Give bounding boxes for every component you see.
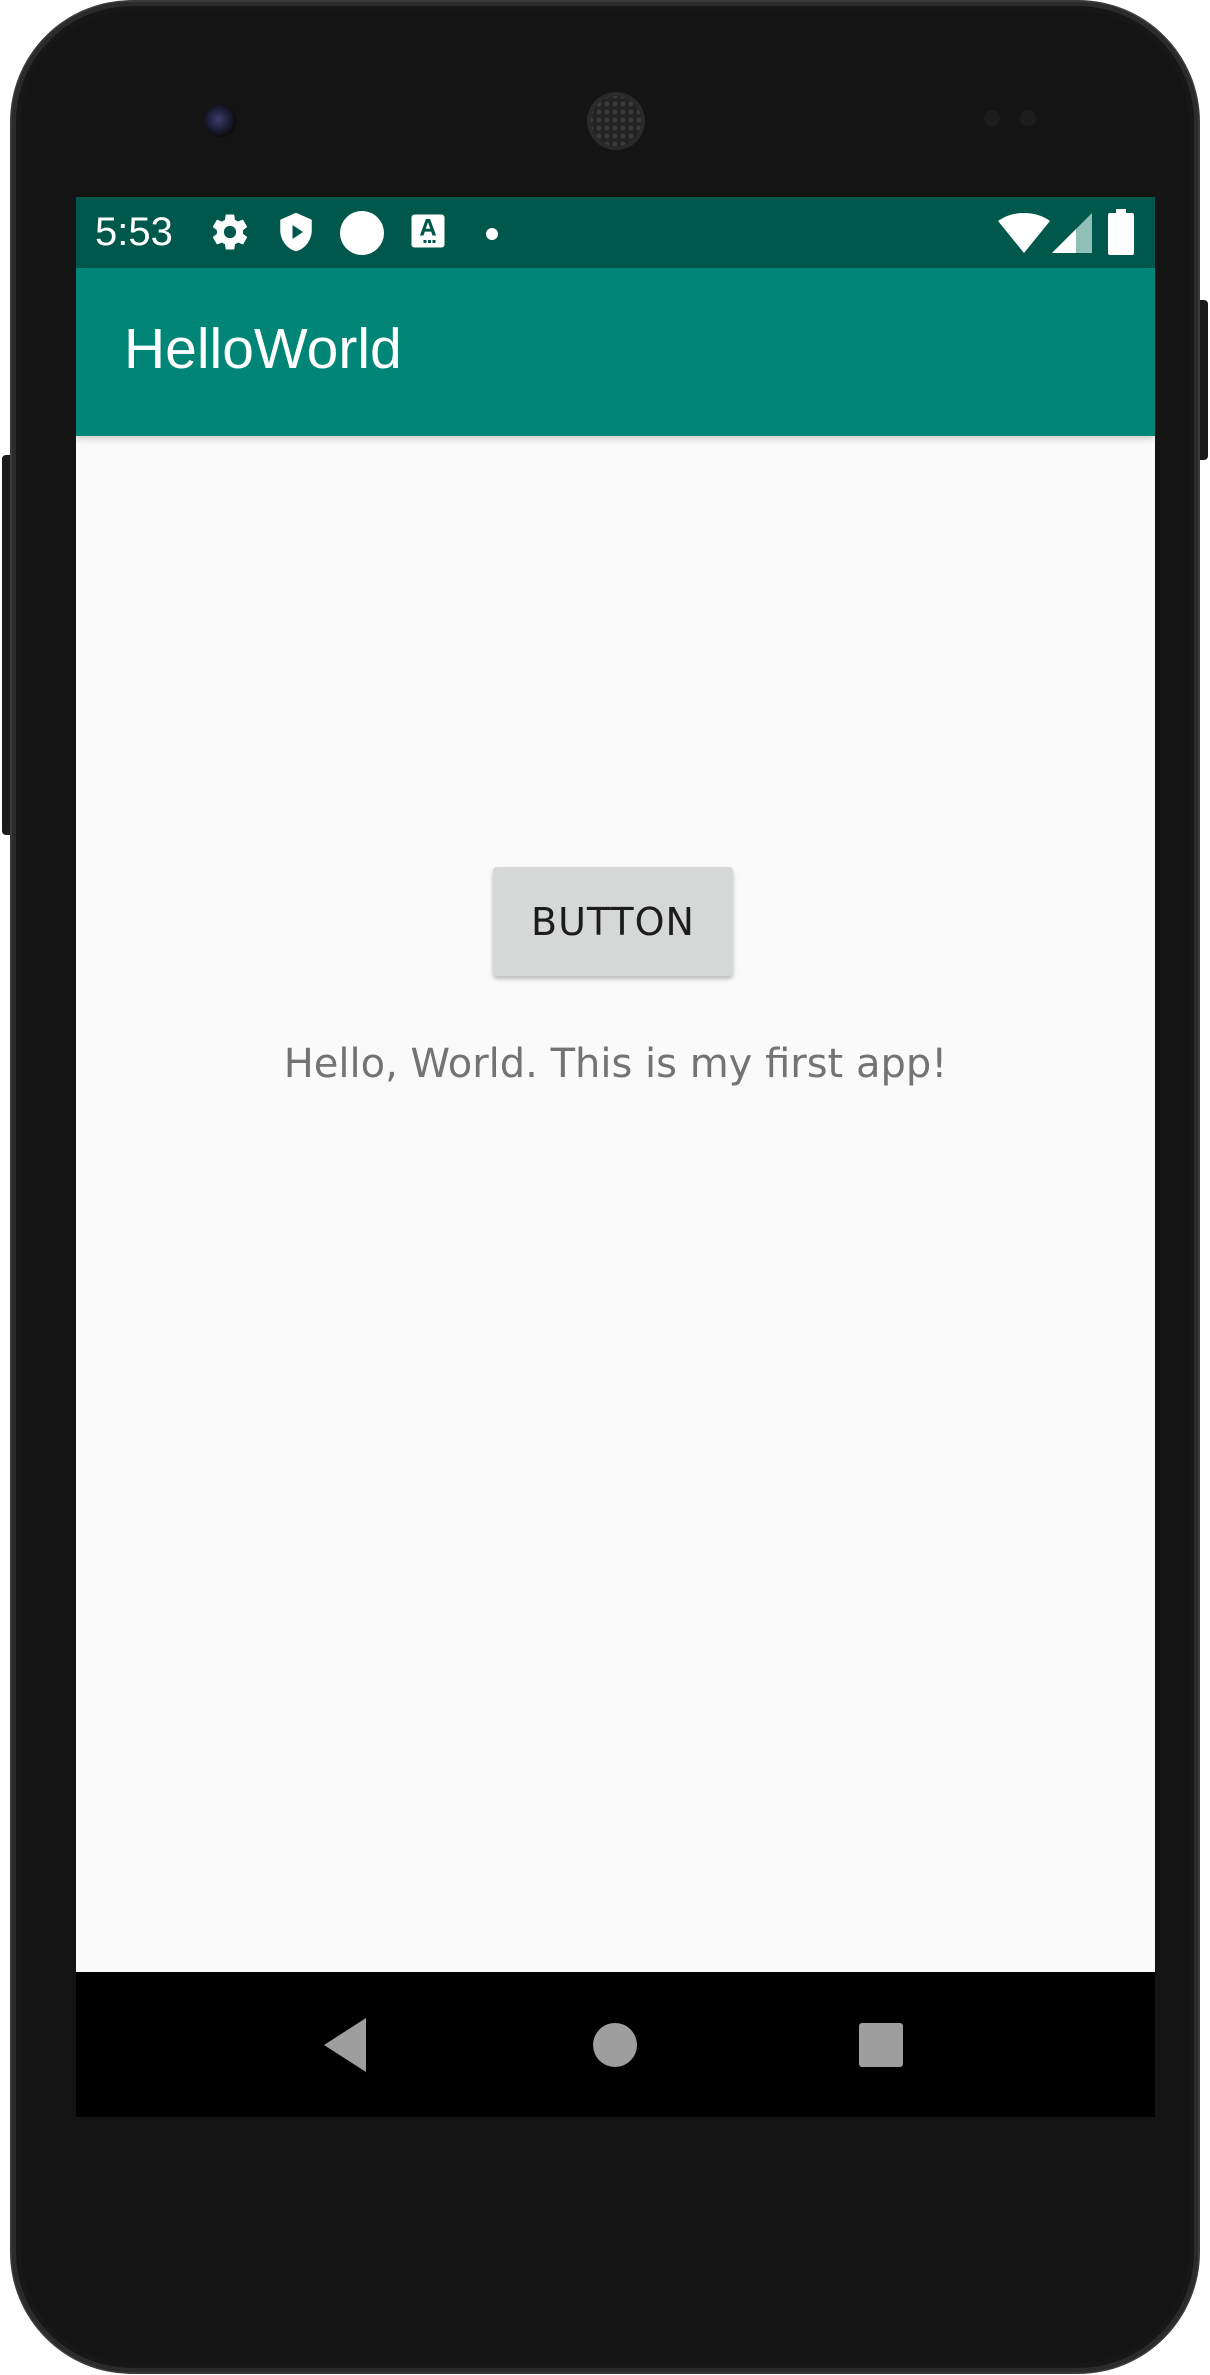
hello-message: Hello, World. This is my first app! — [283, 1041, 948, 1087]
app-title: HelloWorld — [124, 317, 402, 381]
page: 5:53 HelloWorld BUTTON Hello, World. Thi… — [0, 0, 1210, 2375]
battery-icon — [1108, 209, 1134, 259]
home-icon[interactable] — [582, 2012, 648, 2078]
status-time: 5:53 — [95, 210, 173, 254]
wifi-icon — [998, 213, 1050, 257]
gear-icon — [209, 211, 251, 257]
navigation-bar — [76, 1972, 1155, 2117]
shield-play-icon — [275, 211, 317, 257]
app-bar: HelloWorld — [76, 268, 1155, 436]
earpiece-speaker — [587, 92, 645, 150]
proximity-sensor — [984, 110, 1000, 126]
dot-icon — [485, 226, 499, 245]
front-camera — [204, 105, 236, 137]
main-button[interactable]: BUTTON — [493, 867, 733, 976]
light-sensor — [1020, 110, 1036, 126]
signal-icon — [1052, 213, 1092, 257]
device-screen: 5:53 HelloWorld BUTTON Hello, World. Thi… — [76, 197, 1155, 2117]
back-icon[interactable] — [316, 2012, 382, 2078]
recents-icon[interactable] — [848, 2012, 914, 2078]
status-bar: 5:53 — [76, 197, 1155, 268]
circle-icon — [338, 209, 386, 261]
phone-frame: 5:53 HelloWorld BUTTON Hello, World. Thi… — [12, 2, 1198, 2372]
main-content: BUTTON Hello, World. This is my first ap… — [76, 436, 1155, 1972]
text-a-icon — [410, 213, 446, 253]
